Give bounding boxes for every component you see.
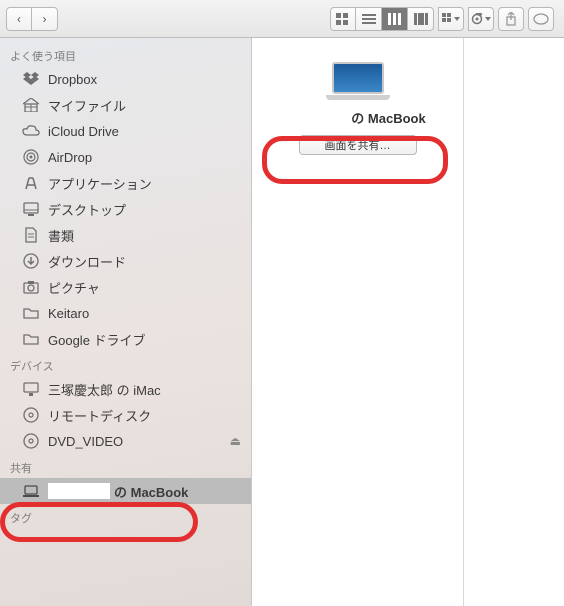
sidebar-item-downloads[interactable]: ダウンロード bbox=[0, 248, 251, 274]
sidebar-item-label: iCloud Drive bbox=[48, 124, 119, 139]
eject-icon[interactable]: ⏏ bbox=[230, 434, 241, 448]
sidebar-item-label: DVD_VIDEO bbox=[48, 434, 123, 449]
folder-icon bbox=[22, 304, 40, 322]
nav-group: ‹ › bbox=[6, 7, 58, 31]
forward-button[interactable]: › bbox=[32, 7, 58, 31]
sidebar-item-shared-macbook[interactable]: の MacBook bbox=[0, 478, 251, 504]
share-toolbar-button[interactable] bbox=[498, 7, 524, 31]
view-group bbox=[330, 7, 434, 31]
folder-icon bbox=[22, 330, 40, 348]
apps-icon bbox=[22, 174, 40, 192]
sidebar-item-label: ピクチャ bbox=[48, 278, 100, 297]
sidebar-item-applications[interactable]: アプリケーション bbox=[0, 170, 251, 196]
download-icon bbox=[22, 252, 40, 270]
sidebar-item-keitaro[interactable]: Keitaro bbox=[0, 300, 251, 326]
sidebar-item-googledrive[interactable]: Google ドライブ bbox=[0, 326, 251, 352]
sidebar-item-label: Keitaro bbox=[48, 306, 89, 321]
column-empty bbox=[464, 38, 564, 606]
arrange-button[interactable] bbox=[438, 7, 464, 31]
tags-button[interactable] bbox=[528, 7, 554, 31]
sidebar-item-remotedisc[interactable]: リモートディスク bbox=[0, 402, 251, 428]
disc-icon bbox=[22, 406, 40, 424]
sidebar-item-label: 三塚慶太郎 の iMac bbox=[48, 380, 161, 399]
sidebar-item-icloud[interactable]: iCloud Drive bbox=[0, 118, 251, 144]
sidebar: よく使う項目 Dropbox マイファイル iCloud Drive AirDr… bbox=[0, 38, 252, 606]
sidebar-item-desktop[interactable]: デスクトップ bbox=[0, 196, 251, 222]
view-gallery-button[interactable] bbox=[408, 7, 434, 31]
sidebar-item-label: 書類 bbox=[48, 226, 74, 245]
action-button[interactable] bbox=[468, 7, 494, 31]
imac-icon bbox=[22, 380, 40, 398]
sidebar-item-imac[interactable]: 三塚慶太郎 の iMac bbox=[0, 376, 251, 402]
main: よく使う項目 Dropbox マイファイル iCloud Drive AirDr… bbox=[0, 38, 564, 606]
view-columns-button[interactable] bbox=[382, 7, 408, 31]
device-name: の MacBook bbox=[289, 108, 425, 127]
sidebar-item-label: AirDrop bbox=[48, 150, 92, 165]
sidebar-item-label: アプリケーション bbox=[48, 174, 152, 193]
sidebar-item-label: Dropbox bbox=[48, 72, 97, 87]
sidebar-item-label: デスクトップ bbox=[48, 200, 126, 219]
sidebar-item-airdrop[interactable]: AirDrop bbox=[0, 144, 251, 170]
redacted-name bbox=[289, 111, 349, 125]
column-list: の MacBook 画面を共有… bbox=[252, 38, 464, 606]
view-list-button[interactable] bbox=[356, 7, 382, 31]
section-shared-title: 共有 bbox=[0, 454, 251, 478]
sidebar-item-label: マイファイル bbox=[48, 96, 126, 115]
disc-icon bbox=[22, 432, 40, 450]
section-favorites-title: よく使う項目 bbox=[0, 42, 251, 66]
screen-share-button[interactable]: 画面を共有… bbox=[299, 135, 417, 155]
dropbox-icon bbox=[22, 70, 40, 88]
sidebar-item-dvd[interactable]: DVD_VIDEO ⏏ bbox=[0, 428, 251, 454]
sidebar-item-documents[interactable]: 書類 bbox=[0, 222, 251, 248]
back-button[interactable]: ‹ bbox=[6, 7, 32, 31]
sidebar-item-myfiles[interactable]: マイファイル bbox=[0, 92, 251, 118]
airdrop-icon bbox=[22, 148, 40, 166]
section-devices-title: デバイス bbox=[0, 352, 251, 376]
desktop-icon bbox=[22, 200, 40, 218]
pictures-icon bbox=[22, 278, 40, 296]
docs-icon bbox=[22, 226, 40, 244]
sidebar-item-label: Google ドライブ bbox=[48, 330, 146, 349]
section-tags-title: タグ bbox=[0, 504, 251, 528]
view-icons-button[interactable] bbox=[330, 7, 356, 31]
sidebar-item-pictures[interactable]: ピクチャ bbox=[0, 274, 251, 300]
device-card: の MacBook 画面を共有… bbox=[260, 62, 455, 155]
toolbar: ‹ › bbox=[0, 0, 564, 38]
sidebar-item-label: の MacBook bbox=[114, 482, 188, 501]
sidebar-item-dropbox[interactable]: Dropbox bbox=[0, 66, 251, 92]
home-icon bbox=[22, 96, 40, 114]
device-name-label: の MacBook bbox=[351, 108, 425, 127]
laptop-icon bbox=[22, 482, 40, 500]
content-area: の MacBook 画面を共有… bbox=[252, 38, 564, 606]
laptop-large-icon bbox=[326, 62, 390, 102]
sidebar-item-label: ダウンロード bbox=[48, 252, 126, 271]
redacted-name bbox=[48, 483, 110, 499]
sidebar-item-label: リモートディスク bbox=[48, 406, 151, 425]
cloud-icon bbox=[22, 122, 40, 140]
